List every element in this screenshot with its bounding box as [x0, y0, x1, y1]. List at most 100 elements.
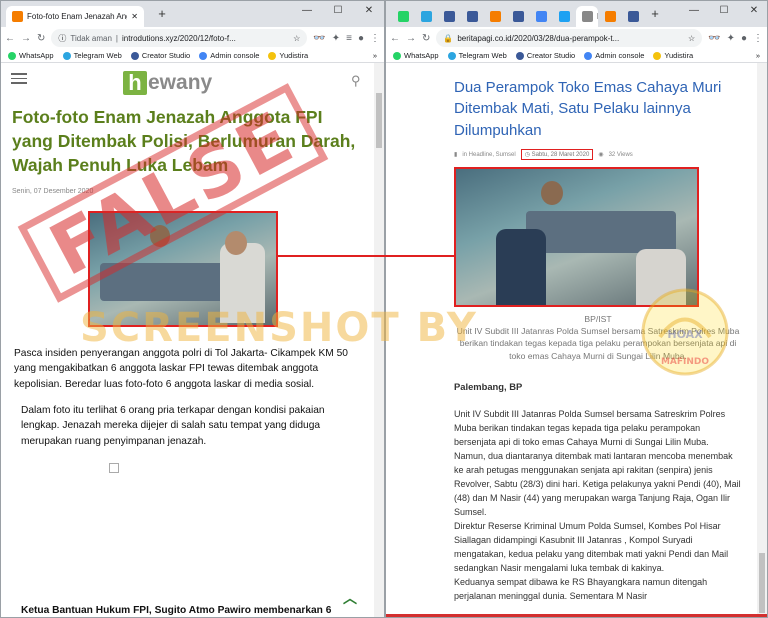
tab-foto-foto[interactable]: Foto-foto Enam Jenazah Anggota ✕: [6, 6, 144, 27]
bookmark-label: WhatsApp: [19, 51, 54, 60]
extension-icon[interactable]: 👓: [313, 33, 325, 44]
yudistira-icon: [653, 51, 662, 60]
info-icon: ⓘ: [58, 33, 67, 43]
facebook-icon: [513, 11, 524, 22]
telegram-icon: [62, 51, 71, 60]
tab-10[interactable]: [622, 6, 644, 27]
extension-icon[interactable]: 👓: [708, 33, 720, 44]
article-meta: ▮ in Headline, Sumsel ◷ Sabtu, 28 Maret …: [454, 149, 633, 160]
bookmark-telegram-web[interactable]: Telegram Web: [447, 51, 507, 60]
back-icon[interactable]: ←: [390, 33, 400, 44]
bookmark-label: Creator Studio: [526, 51, 576, 60]
blogger-icon: [490, 11, 501, 22]
bookmark-label: WhatsApp: [404, 51, 439, 60]
tab-9[interactable]: [599, 6, 621, 27]
tab-4[interactable]: [484, 6, 506, 27]
scrollbar-thumb[interactable]: [759, 553, 765, 613]
site-logo[interactable]: h ewany: [123, 71, 212, 95]
mafindo-name-text: MAFINDO: [661, 357, 709, 367]
maximize-icon[interactable]: ☐: [328, 5, 348, 16]
bookmark-creator-studio[interactable]: Creator Studio: [130, 51, 190, 60]
bookmark-label: Yudistira: [664, 51, 694, 60]
bookmark-telegram-web[interactable]: Telegram Web: [62, 51, 122, 60]
scrollbar-thumb[interactable]: [376, 93, 382, 148]
facebook-icon: [628, 11, 639, 22]
close-window-icon[interactable]: ✕: [744, 5, 764, 16]
search-icon[interactable]: ⚲: [351, 73, 361, 89]
bookmark-label: Admin console: [595, 51, 645, 60]
close-window-icon[interactable]: ✕: [359, 5, 379, 16]
bookmark-whatsapp[interactable]: WhatsApp: [393, 51, 439, 60]
minimize-icon[interactable]: —: [684, 5, 704, 16]
tab-3[interactable]: [461, 6, 483, 27]
facebook-icon: [515, 51, 524, 60]
views-count: 32 Views: [608, 151, 633, 158]
whatsapp-icon: [8, 51, 16, 60]
toolbar: ← → ↻ 🔒 beritapagi.co.id/2020/03/28/dua-…: [386, 27, 767, 49]
new-tab-button[interactable]: +: [645, 6, 665, 21]
puzzle-icon[interactable]: ✦: [727, 33, 735, 44]
close-tab-icon[interactable]: ✕: [131, 12, 138, 21]
bookmark-whatsapp[interactable]: WhatsApp: [8, 51, 54, 60]
tab-8[interactable]: D: [576, 6, 598, 27]
tab-strip: + — ☐ ✕ D: [386, 1, 767, 27]
bookmark-creator-studio[interactable]: Creator Studio: [515, 51, 576, 60]
bookmark-label: Telegram Web: [458, 51, 507, 60]
more-bookmarks-icon[interactable]: »: [373, 51, 377, 60]
bookmark-yudistira[interactable]: Yudistira: [268, 51, 308, 60]
address-bar[interactable]: 🔒 beritapagi.co.id/2020/03/28/dua-peramp…: [436, 29, 703, 47]
puzzle-icon[interactable]: ✦: [332, 33, 340, 44]
hamburger-icon[interactable]: [11, 73, 27, 84]
reload-icon[interactable]: ↻: [422, 33, 430, 44]
broken-image-icon: [109, 463, 119, 473]
yudistira-icon: [268, 51, 277, 60]
blogger-icon: [605, 11, 616, 22]
minimize-icon[interactable]: —: [297, 5, 317, 16]
tab-1[interactable]: [415, 6, 437, 27]
bookmark-admin-console[interactable]: Admin console: [199, 51, 259, 60]
menu-icon[interactable]: ⋮: [753, 33, 763, 44]
forward-icon[interactable]: →: [21, 33, 31, 44]
maximize-icon[interactable]: ☐: [714, 5, 734, 16]
telegram-icon: [421, 11, 432, 22]
profile-icon[interactable]: ●: [358, 33, 364, 44]
menu-icon[interactable]: ⋮: [370, 33, 380, 44]
screenshot-watermark: SCREENSHOT BY: [80, 305, 478, 351]
star-icon[interactable]: ☆: [688, 34, 695, 43]
address-bar[interactable]: ⓘ Tidak aman | introdutions.xyz/2020/12/…: [51, 29, 308, 47]
article-headline: Dua Perampok Toko Emas Cahaya Muri Ditem…: [454, 79, 722, 139]
tab-strip: Foto-foto Enam Jenazah Anggota ✕ + — ☐ ✕: [1, 1, 384, 27]
tab-2[interactable]: [438, 6, 460, 27]
tab-title: D: [597, 12, 598, 21]
bookmark-admin-console[interactable]: Admin console: [584, 51, 644, 60]
tab-7[interactable]: [553, 6, 575, 27]
article-category[interactable]: in Headline, Sumsel: [462, 152, 515, 158]
mafindo-logo: HOAX MAFINDO: [641, 288, 729, 376]
tab-title: Foto-foto Enam Jenazah Anggota: [27, 12, 127, 21]
toolbar: ← → ↻ ⓘ Tidak aman | introdutions.xyz/20…: [1, 27, 384, 49]
tab-6[interactable]: [530, 6, 552, 27]
google-icon: [199, 51, 208, 60]
tab-5[interactable]: [507, 6, 529, 27]
url-text: beritapagi.co.id/2020/03/28/dua-perampok…: [457, 33, 620, 43]
reload-icon[interactable]: ↻: [37, 33, 45, 44]
back-icon[interactable]: ←: [5, 33, 15, 44]
facebook-icon: [444, 11, 455, 22]
more-bookmarks-icon[interactable]: »: [756, 51, 760, 60]
mafindo-hoax-text: HOAX: [667, 328, 703, 341]
new-tab-button[interactable]: +: [152, 6, 172, 21]
folder-icon: ▮: [454, 152, 458, 158]
scrollbar[interactable]: [757, 63, 767, 617]
twitter-icon: [559, 11, 570, 22]
forward-icon[interactable]: →: [406, 33, 416, 44]
google-icon: [584, 51, 593, 60]
lock-icon: 🔒: [443, 33, 454, 43]
profile-icon[interactable]: ●: [741, 33, 747, 44]
google-icon: [536, 11, 547, 22]
bookmarks-bar: WhatsApp Telegram Web Creator Studio Admin …: [1, 49, 384, 63]
bookmarks-bar: WhatsApp Telegram Web Creator Studio Admin …: [386, 49, 767, 63]
media-icon[interactable]: ≡: [346, 33, 352, 44]
tab-0[interactable]: [392, 6, 414, 27]
bookmark-yudistira[interactable]: Yudistira: [653, 51, 693, 60]
star-icon[interactable]: ☆: [293, 34, 300, 43]
